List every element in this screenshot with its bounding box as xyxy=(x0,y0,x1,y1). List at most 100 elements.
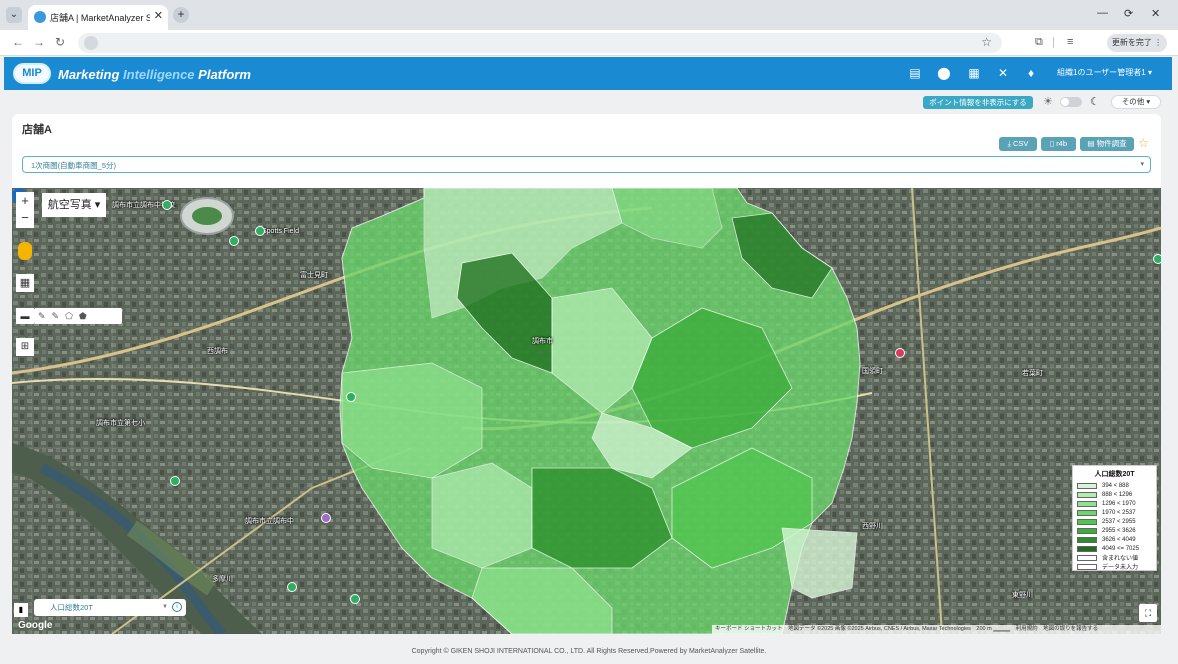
map-label: Spotts Field xyxy=(262,228,299,235)
legend-label: 1970 < 2537 xyxy=(1102,509,1136,516)
legend-row: 2955 < 3626 xyxy=(1077,526,1152,535)
chevron-down-icon: ▾ xyxy=(1140,161,1144,168)
info-icon[interactable]: i xyxy=(172,602,182,612)
chevron-down-icon: ▼ xyxy=(162,604,168,610)
legend-swatch xyxy=(1077,500,1097,507)
legend-swatch xyxy=(1077,527,1097,534)
location-pin-icon[interactable]: ⬤ xyxy=(937,66,951,80)
legend-label: データ未入力 xyxy=(1102,565,1139,571)
footer-copyright: Copyright © GIKEN SHOJI INTERNATIONAL CO… xyxy=(411,648,767,655)
map-type-select[interactable]: 航空写真 ▾ xyxy=(42,193,106,217)
forward-arrow-icon[interactable]: → xyxy=(33,35,45,49)
poi-marker-icon[interactable] xyxy=(162,200,172,210)
back-arrow-icon[interactable]: ← xyxy=(12,35,24,49)
map-label: 西野川 xyxy=(862,523,883,530)
report-icon[interactable]: ▤ xyxy=(908,66,922,80)
legend-label: 4049 <= 7025 xyxy=(1102,545,1140,552)
legend-label: 3626 < 4049 xyxy=(1102,536,1136,543)
url-input[interactable]: ☆ xyxy=(78,33,1002,53)
property-survey-label: 物件調査 xyxy=(1096,139,1127,148)
favorite-star-icon[interactable]: ☆ xyxy=(1138,136,1149,150)
legend-row: 394 < 888 xyxy=(1077,481,1152,490)
app-header: MIP Marketing Intelligence Platform ▤ ⬤ … xyxy=(4,57,1172,90)
map-label: 調布市 xyxy=(532,338,553,345)
legend-label: 2955 < 3626 xyxy=(1102,527,1136,534)
poi-marker-icon[interactable] xyxy=(255,226,265,236)
legend-swatch xyxy=(1077,491,1097,498)
legend-label: 含まれない値 xyxy=(1102,556,1139,562)
grid-layers-icon[interactable]: ▦ xyxy=(16,274,34,292)
legend-label: 2537 < 2955 xyxy=(1102,518,1136,525)
browser-address-bar: ← → ↻ ☆ ⧉ | ≡ 更新を完了 ⋮ xyxy=(0,30,1178,56)
poi-marker-icon[interactable] xyxy=(895,348,905,358)
minimize-window-icon[interactable]: — xyxy=(1097,7,1108,19)
legend-swatch xyxy=(1077,518,1097,525)
new-tab-button[interactable]: + xyxy=(173,7,189,23)
pdf-button-label: r4b xyxy=(1056,139,1068,148)
app-title-part2: Intelligence xyxy=(123,67,199,82)
map-label: 西調布 xyxy=(207,348,228,355)
satellite-map-canvas xyxy=(12,188,1161,634)
browser-tab[interactable]: 店舗A | MarketAnalyzer Satellite ✕ xyxy=(28,5,168,30)
chart-stats-icon[interactable]: ▮ xyxy=(14,603,28,617)
legend-swatch xyxy=(1077,563,1097,570)
poi-marker-icon[interactable] xyxy=(346,392,356,402)
browser-tab-bar: ⌄ 店舗A | MarketAnalyzer Satellite ✕ + — ⟳… xyxy=(0,0,1178,30)
legend-title: 人口総数20T xyxy=(1094,471,1135,478)
tab-list-chevron-icon[interactable]: ⌄ xyxy=(6,7,22,23)
site-info-icon[interactable] xyxy=(84,36,98,50)
tools-icon[interactable]: ✕ xyxy=(996,66,1010,80)
restore-window-icon[interactable]: ⟳ xyxy=(1124,7,1133,20)
poi-marker-icon[interactable] xyxy=(1153,254,1161,264)
mip-logo: MIP xyxy=(13,63,51,84)
csv-download-button[interactable]: ⤓ CSV xyxy=(999,137,1037,151)
hide-points-button[interactable]: ポイント情報を非表示にする xyxy=(923,96,1033,109)
dark-mode-toggle[interactable] xyxy=(1060,97,1082,107)
zoom-in-button[interactable]: + xyxy=(16,192,34,210)
poi-marker-icon[interactable] xyxy=(170,476,180,486)
close-window-icon[interactable]: ✕ xyxy=(1151,7,1160,20)
bookmark-star-icon[interactable]: ☆ xyxy=(981,35,992,49)
reading-list-icon[interactable]: ≡ xyxy=(1067,36,1073,48)
poi-marker-icon[interactable] xyxy=(321,513,331,523)
poi-marker-icon[interactable] xyxy=(350,594,360,604)
reload-icon[interactable]: ↻ xyxy=(55,35,65,49)
extensions-icon[interactable]: ⧉ xyxy=(1035,36,1043,49)
property-survey-button[interactable]: ▤ 物件調査 xyxy=(1080,137,1134,151)
pdf-button[interactable]: ▯ r4b xyxy=(1041,137,1076,151)
mesh-grid-icon[interactable]: ⊞ xyxy=(16,338,34,356)
map-attribution: キーボード ショートカット 地図データ ©2025 画像 ©2025 Airbu… xyxy=(712,625,1161,634)
legend-row: 4049 <= 7025 xyxy=(1077,544,1152,553)
update-button[interactable]: 更新を完了 ⋮ xyxy=(1107,34,1167,52)
notification-bell-icon[interactable]: ♦ xyxy=(1024,66,1038,80)
google-logo: Google xyxy=(18,620,53,631)
poi-marker-icon[interactable] xyxy=(229,236,239,246)
legend-label: 394 < 888 xyxy=(1102,482,1129,489)
store-icon[interactable]: ▦ xyxy=(967,66,981,80)
legend-row: 2537 < 2955 xyxy=(1077,517,1152,526)
app-title: Marketing Intelligence Platform xyxy=(58,67,251,82)
map-label: 東野川 xyxy=(1012,592,1033,599)
layer-select[interactable]: 人口総数20T ▼ i xyxy=(34,599,186,616)
legend-row: 3626 < 4049 xyxy=(1077,535,1152,544)
fullscreen-icon[interactable]: ⛶ xyxy=(1139,604,1157,622)
map-label: 調布市立調布中 xyxy=(245,518,294,525)
legend-swatch xyxy=(1077,536,1097,543)
user-menu[interactable]: 組織1のユーザー管理者1 ▾ xyxy=(1057,67,1152,78)
tab-close-icon[interactable]: ✕ xyxy=(154,9,163,22)
briefcase-icon[interactable]: ▬ xyxy=(16,308,34,324)
map-view[interactable]: 調布市立調布中学校 Spotts Field 富士見町 調布市 西調布 調布市立… xyxy=(12,188,1161,634)
zoom-out-button[interactable]: − xyxy=(16,210,34,228)
app-title-part3: Platform xyxy=(198,67,251,82)
poi-marker-icon[interactable] xyxy=(287,582,297,592)
legend-swatch xyxy=(1077,482,1097,489)
trade-area-select[interactable]: 1次商圏(自動車商圏_5分) ▾ xyxy=(22,156,1151,173)
map-label: 若葉町 xyxy=(1022,370,1043,377)
street-view-pegman-icon[interactable] xyxy=(18,242,32,260)
map-label: 富士見町 xyxy=(300,272,328,279)
drawing-tools-bar[interactable]: ✎✎⬠⬟ xyxy=(34,308,122,324)
csv-button-label: CSV xyxy=(1012,139,1029,148)
other-menu-button[interactable]: その他 ▾ xyxy=(1111,95,1161,109)
legend-row: データ未入力 xyxy=(1077,562,1152,571)
legend-row: 1296 < 1970 xyxy=(1077,499,1152,508)
